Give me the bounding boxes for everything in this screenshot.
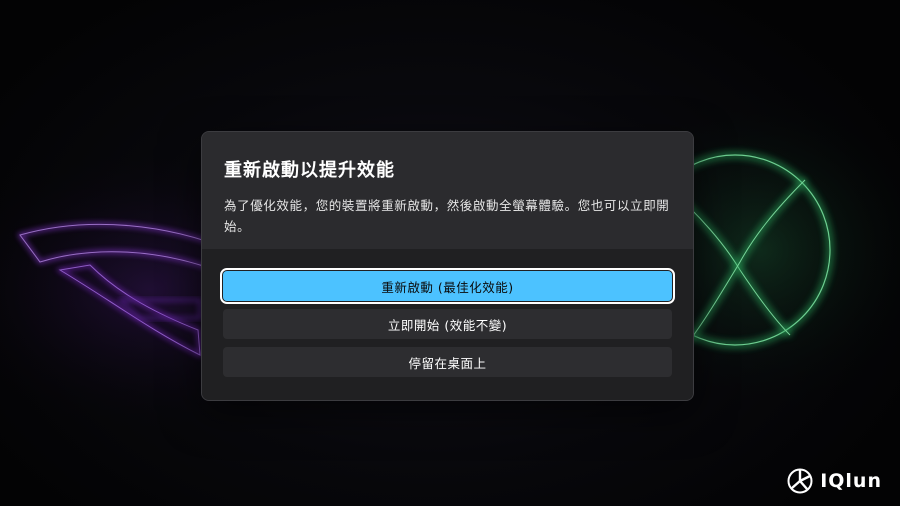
iqlun-logo-icon	[787, 468, 813, 494]
dialog-description: 為了優化效能，您的裝置將重新啟動，然後啟動全螢幕體驗。您也可以立即開始。	[224, 198, 670, 234]
restart-optimize-button[interactable]: 重新啟動 (最佳化效能)	[220, 268, 675, 304]
watermark-text: IQlun	[820, 470, 882, 492]
dialog-title: 重新啟動以提升效能	[224, 160, 395, 181]
dialog-header: 重新啟動以提升效能 為了優化效能，您的裝置將重新啟動，然後啟動全螢幕體驗。您也可…	[202, 132, 693, 249]
desktop-background: 重新啟動以提升效能 為了優化效能，您的裝置將重新啟動，然後啟動全螢幕體驗。您也可…	[0, 0, 900, 506]
watermark: IQlun	[787, 468, 882, 494]
start-now-button[interactable]: 立即開始 (效能不變)	[223, 309, 672, 339]
restart-dialog: 重新啟動以提升效能 為了優化效能，您的裝置將重新啟動，然後啟動全螢幕體驗。您也可…	[201, 131, 694, 401]
stay-on-desktop-button[interactable]: 停留在桌面上	[223, 347, 672, 377]
dialog-actions: 重新啟動 (最佳化效能) 立即開始 (效能不變) 停留在桌面上	[202, 249, 693, 400]
